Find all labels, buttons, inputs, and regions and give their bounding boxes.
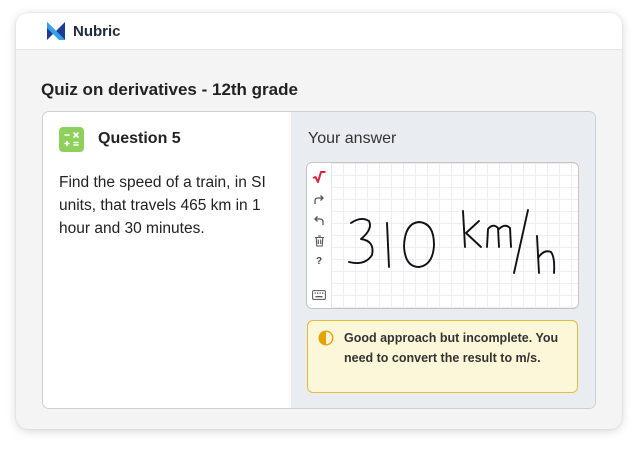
tool-strip: ? bbox=[307, 163, 332, 308]
handwriting-canvas[interactable]: ? bbox=[306, 162, 579, 309]
feedback-box: Good approach but incomplete. You need t… bbox=[307, 320, 578, 393]
nubric-logo-icon[interactable] bbox=[44, 19, 68, 43]
answer-pane: Your answer ? Good approach but incomple… bbox=[291, 112, 595, 408]
top-bar: Nubric bbox=[16, 13, 622, 50]
square-root-icon[interactable] bbox=[310, 169, 328, 185]
brand-name[interactable]: Nubric bbox=[73, 23, 121, 40]
question-card: Question 5 Find the speed of a train, in… bbox=[42, 111, 596, 409]
app-window: Nubric Quiz on derivatives - 12th grade bbox=[16, 13, 622, 429]
keyboard-icon[interactable] bbox=[310, 287, 328, 303]
question-text: Find the speed of a train, in SI units, … bbox=[59, 174, 266, 237]
trash-icon[interactable] bbox=[310, 233, 328, 249]
calculator-icon bbox=[59, 127, 84, 152]
answer-label: Your answer bbox=[308, 130, 397, 147]
question-number: Question 5 bbox=[98, 130, 181, 147]
quiz-title: Quiz on derivatives - 12th grade bbox=[41, 80, 298, 99]
help-icon[interactable]: ? bbox=[310, 253, 328, 269]
redo-icon[interactable] bbox=[310, 192, 328, 208]
feedback-text: Good approach but incomplete. You need t… bbox=[344, 331, 559, 365]
half-circle-icon bbox=[318, 330, 334, 346]
question-pane: Question 5 Find the speed of a train, in… bbox=[43, 112, 291, 408]
handwritten-answer bbox=[348, 209, 556, 274]
undo-icon[interactable] bbox=[310, 213, 328, 229]
